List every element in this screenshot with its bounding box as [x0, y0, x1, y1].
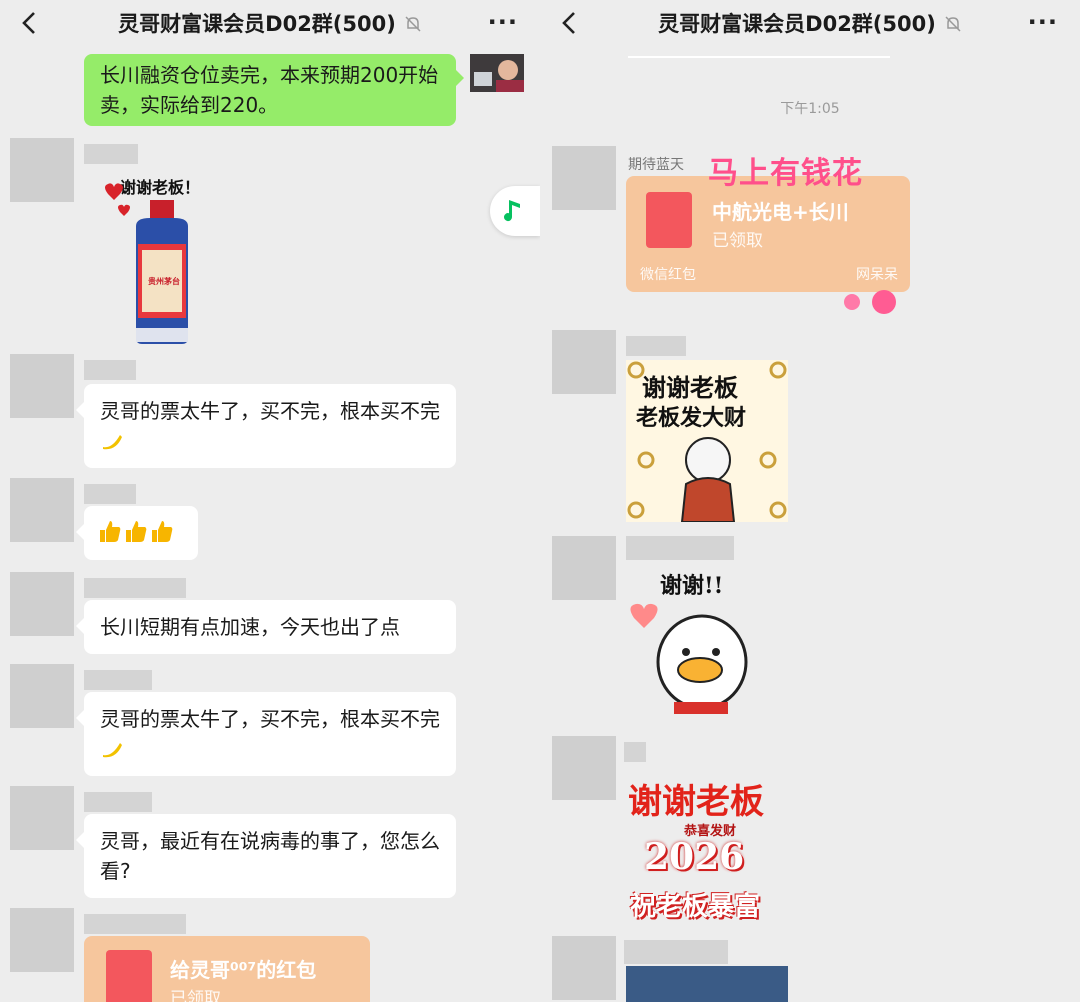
red-packet-title: 中航光电+长川: [712, 200, 849, 224]
red-packet-banner: 马上有钱花: [708, 156, 863, 191]
floating-music-button[interactable]: [490, 186, 540, 236]
chat-header: 灵哥财富课会员D02群(500) ···: [540, 0, 1080, 46]
member-nickname: [84, 360, 136, 380]
heart-and-bottle-icon: [105, 183, 188, 344]
message-text: 灵哥的票太牛了，买不完，根本买不完: [100, 399, 440, 423]
thumbs-up-icon: [152, 521, 173, 542]
member-nickname: [84, 484, 136, 504]
message-bubble[interactable]: [76, 506, 198, 560]
chat-title: 灵哥财富课会员D02群(500): [610, 8, 1010, 38]
red-packet-footer: 微信红包: [640, 267, 696, 283]
member-avatar[interactable]: [10, 478, 74, 542]
message-bubble[interactable]: 灵哥，最近有在说病毒的事了，您怎么看?: [76, 814, 456, 898]
red-packet-title: 给灵哥⁰⁰⁷的红包: [170, 958, 317, 982]
red-packet-icon: [646, 192, 692, 248]
new-year-sticker[interactable]: 谢谢老板 恭喜发财 2026 祝老板暴富: [626, 766, 788, 922]
banana-icon: [103, 743, 122, 758]
duck-sticker[interactable]: 谢谢!!: [626, 566, 766, 716]
member-avatar[interactable]: [10, 354, 74, 418]
member-nickname: [84, 670, 152, 690]
member-avatar[interactable]: [552, 330, 616, 394]
message-bubble[interactable]: 灵哥的票太牛了，买不完，根本买不完: [76, 692, 456, 776]
member-avatar[interactable]: [552, 146, 616, 210]
red-packet-card[interactable]: 给灵哥⁰⁰⁷的红包 已领取: [84, 936, 370, 1002]
member-avatar[interactable]: [552, 936, 616, 1000]
red-packet-status: 已领取: [712, 231, 763, 251]
banana-icon: [103, 435, 122, 450]
sticker-line1: 谢谢老板: [628, 782, 764, 822]
member-avatar[interactable]: [10, 908, 74, 972]
sticker-line1: 谢谢老板: [642, 373, 738, 402]
member-nickname: [624, 742, 646, 762]
member-nickname: 期待蓝天: [628, 157, 684, 173]
thumbs-up-icon: [100, 521, 121, 542]
member-nickname: [84, 914, 186, 934]
member-nickname: [626, 336, 686, 356]
music-note-icon: [504, 200, 520, 222]
timestamp: 下午1:05: [780, 101, 840, 117]
message-text: 灵哥，最近有在说病毒的事了，您怎么看?: [100, 829, 440, 883]
member-nickname: [84, 144, 138, 164]
chat-header: 灵哥财富课会员D02群(500) ···: [0, 0, 540, 46]
member-nickname: [84, 578, 186, 598]
member-avatar[interactable]: [10, 664, 74, 728]
message-text: 灵哥的票太牛了，买不完，根本买不完: [100, 707, 440, 731]
image-message[interactable]: [626, 966, 788, 1002]
more-icon[interactable]: ···: [488, 10, 518, 34]
maotai-sticker[interactable]: 谢谢老板！ 贵州茅台: [96, 168, 226, 346]
divider: [628, 56, 890, 58]
member-nickname: [624, 940, 728, 964]
self-message-bubble[interactable]: 长川融资仓位卖完，本来预期200开始卖，实际给到220。: [84, 54, 464, 126]
member-avatar[interactable]: [10, 572, 74, 636]
message-bubble[interactable]: 灵哥的票太牛了，买不完，根本买不完: [76, 384, 456, 468]
sticker-line2: 祝老板暴富: [630, 892, 761, 922]
more-icon[interactable]: ···: [1028, 10, 1058, 34]
lucky-old-lady-sticker[interactable]: 谢谢老板 老板发大财: [626, 360, 788, 522]
chat-title: 灵哥财富课会员D02群(500): [70, 8, 470, 38]
red-packet-card[interactable]: 中航光电+长川 已领取 微信红包 网呆呆: [626, 176, 910, 292]
red-packet-status: 已领取: [170, 989, 221, 1002]
member-nickname: [626, 536, 734, 560]
member-avatar[interactable]: [552, 536, 616, 600]
red-packet-icon: [106, 950, 152, 1002]
member-nickname: [84, 792, 152, 812]
back-icon[interactable]: [558, 10, 582, 36]
red-packet-footer-source: 网呆呆: [856, 267, 898, 283]
chat-pane-right: 灵哥财富课会员D02群(500) ··· 下午1:05 期待蓝天 中航光电+长川…: [540, 0, 1080, 1002]
mute-bell-icon: [405, 16, 421, 32]
message-bubble[interactable]: 长川短期有点加速，今天也出了点: [76, 600, 456, 654]
bottle-label: 贵州茅台: [148, 276, 180, 286]
chat-title-text: 灵哥财富课会员D02群(500): [118, 12, 396, 36]
sticker-line2: 老板发大财: [636, 405, 747, 431]
mute-bell-icon: [945, 16, 961, 32]
thumbs-up-icon: [126, 521, 147, 542]
self-message-text: 长川融资仓位卖完，本来预期200开始卖，实际给到220。: [100, 63, 439, 117]
member-avatar[interactable]: [10, 786, 74, 850]
chat-pane-left: 灵哥财富课会员D02群(500) ··· 长川融资仓位卖完，本来预期200开始卖…: [0, 0, 540, 1002]
chat-title-text: 灵哥财富课会员D02群(500): [658, 12, 936, 36]
flower-icon: [844, 290, 896, 314]
member-avatar[interactable]: [552, 736, 616, 800]
message-text: 长川短期有点加速，今天也出了点: [100, 615, 400, 639]
self-avatar[interactable]: [470, 54, 524, 92]
duck-icon: [630, 603, 748, 714]
back-icon[interactable]: [18, 10, 42, 36]
self-avatar-image: [470, 54, 524, 92]
sticker-year: 2026: [644, 836, 745, 878]
member-avatar[interactable]: [10, 138, 74, 202]
